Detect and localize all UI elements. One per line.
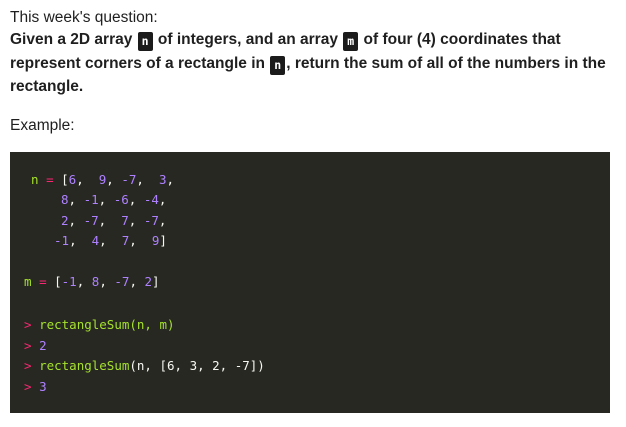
- code-n-value: 2: [61, 213, 69, 228]
- code-var-n: n: [31, 172, 39, 187]
- console-prompt: >: [24, 358, 32, 373]
- console-line-call-2: > rectangleSum(n, [6, 3, 2, -7]): [24, 356, 265, 376]
- code-n-value: -7: [83, 213, 99, 228]
- code-m-value: -1: [61, 274, 77, 289]
- code-n-value: 3: [159, 172, 167, 187]
- console-line-result-2: > 3: [24, 377, 47, 397]
- code-m-value: 2: [144, 274, 153, 289]
- variable-n-chip-2: n: [270, 55, 286, 75]
- variable-m-chip: m: [343, 32, 359, 51]
- console-result: 2: [39, 338, 47, 353]
- console-line-call-1: > rectangleSum(n, m): [24, 315, 175, 335]
- question-text: Given a 2D array n of integers, and an a…: [10, 28, 610, 99]
- console-prompt: >: [24, 379, 32, 394]
- code-n-value: -1: [54, 233, 70, 248]
- code-n-value: -7: [143, 213, 159, 228]
- code-line-n-row-4: -1, 4, 7, 9]: [54, 233, 167, 248]
- console-result: 3: [39, 379, 47, 394]
- code-n-value: 7: [121, 213, 129, 228]
- code-n-value: -4: [143, 192, 159, 207]
- example-label: Example:: [10, 117, 75, 134]
- console-line-result-1: > 2: [24, 336, 47, 356]
- intro-text: This week's question:: [10, 9, 158, 26]
- code-block: n = [6, 9, -7, 3, 8, -1, -6, -4, 2, -7, …: [10, 152, 610, 413]
- console-prompt: >: [24, 317, 32, 332]
- code-line-m: m = [-1, 8, -7, 2]: [24, 274, 160, 289]
- question-part1: Given a 2D array: [10, 31, 133, 48]
- code-n-value: -1: [83, 192, 99, 207]
- code-n-value: 8: [61, 192, 69, 207]
- code-n-value: -7: [121, 172, 137, 187]
- code-line-n-row-1: n = [6, 9, -7, 3,: [31, 172, 175, 187]
- console-call: rectangleSum(n, m): [39, 317, 175, 332]
- console-call-fn: rectangleSum: [39, 358, 130, 373]
- code-line-n-row-3: 2, -7, 7, -7,: [61, 213, 167, 228]
- question-part2: of integers, and an array: [157, 31, 338, 48]
- code-var-m: m: [24, 274, 32, 289]
- code-equals: =: [39, 274, 47, 289]
- code-n-value: -6: [113, 192, 129, 207]
- code-equals: =: [46, 172, 54, 187]
- console-prompt: >: [24, 338, 32, 353]
- code-line-n-row-2: 8, -1, -6, -4,: [61, 192, 167, 207]
- console-call-args: (n, [6, 3, 2, -7]): [129, 358, 265, 373]
- variable-n-chip: n: [137, 32, 153, 51]
- code-m-value: -7: [114, 274, 130, 289]
